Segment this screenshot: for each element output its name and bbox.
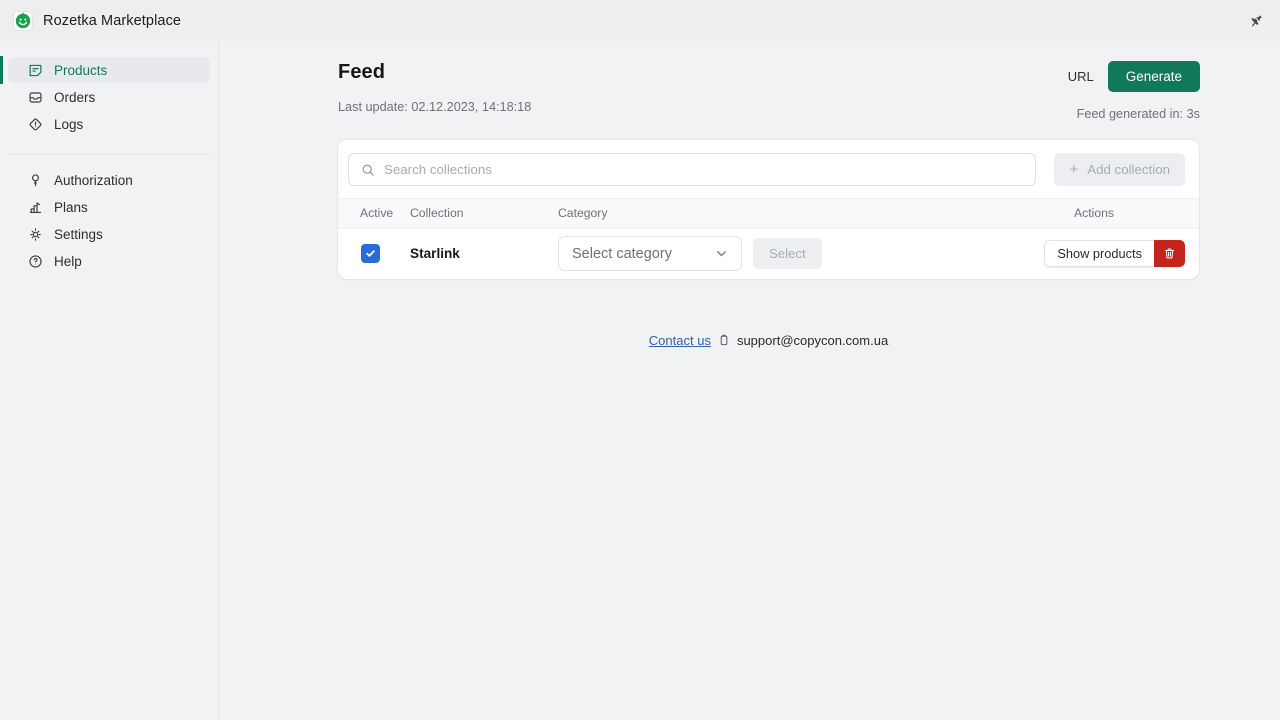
category-select[interactable]: Select category [558, 236, 742, 272]
pushpin-icon [1251, 14, 1262, 27]
column-header-category: Category [558, 198, 962, 229]
cell-active [338, 229, 410, 279]
sidebar-item-orders[interactable]: Orders [8, 84, 210, 110]
sidebar-item-help[interactable]: Help [8, 248, 210, 274]
trash-icon [1164, 248, 1175, 259]
note-icon [27, 62, 43, 78]
feed-generated-note: Feed generated in: 3s [1076, 107, 1200, 121]
category-select-value: Select category [572, 245, 672, 262]
table-body: Starlink Select category Select Show pro… [338, 229, 1199, 279]
column-header-active: Active [338, 198, 410, 229]
table-header-row: Active Collection Category Actions [338, 198, 1199, 229]
search-input[interactable] [384, 162, 1024, 177]
generate-button[interactable]: Generate [1107, 61, 1200, 92]
sidebar-divider [8, 154, 210, 155]
check-icon [366, 250, 375, 258]
table-head: Active Collection Category Actions [338, 198, 1199, 229]
page-header: Feed Last update: 02.12.2023, 14:18:18 U… [220, 41, 1280, 121]
app-titlebar: Rozetka Marketplace [0, 0, 1280, 41]
cell-collection-name: Starlink [410, 246, 460, 262]
row-action-group: Show products [1044, 240, 1185, 268]
sidebar-item-products[interactable]: Products [0, 56, 210, 84]
sidebar-item-label: Help [54, 253, 82, 269]
table-row: Starlink Select category Select Show pro… [338, 229, 1199, 279]
sidebar-item-authorization[interactable]: Authorization [8, 167, 210, 193]
app-title: Rozetka Marketplace [43, 12, 182, 29]
chart-steps-icon [27, 199, 43, 215]
inbox-icon [27, 89, 43, 105]
key-icon [27, 172, 43, 188]
question-circle-icon [27, 253, 43, 269]
cell-actions: Show products [962, 229, 1199, 279]
main-content: Feed Last update: 02.12.2023, 14:18:18 U… [220, 41, 1280, 720]
cell-category: Select category Select [558, 229, 962, 279]
search-field[interactable] [348, 153, 1037, 186]
sidebar-item-label: Settings [54, 226, 103, 242]
show-products-button[interactable]: Show products [1044, 240, 1154, 268]
plus-icon: + [1069, 161, 1079, 178]
sidebar-item-settings[interactable]: Settings [8, 221, 210, 247]
column-header-actions: Actions [962, 198, 1199, 229]
add-collection-button[interactable]: + Add collection [1054, 153, 1185, 186]
sidebar-item-label: Orders [54, 89, 96, 105]
add-collection-label: Add collection [1087, 162, 1170, 177]
collections-card: + Add collection Active Collection Categ… [338, 140, 1199, 279]
sidebar-item-label: Logs [54, 116, 84, 132]
collections-table: Active Collection Category Actions Starl… [338, 198, 1199, 279]
diamond-alert-icon [27, 116, 43, 132]
sidebar-item-label: Products [54, 62, 108, 78]
page-header-actions: URL Generate Feed generated in: 3s [1068, 61, 1200, 121]
delete-collection-button[interactable] [1154, 240, 1185, 268]
sidebar-group-primary: Products Orders Logs [0, 56, 218, 137]
sidebar: Products Orders Logs Authorization Plans… [0, 41, 219, 720]
copy-icon[interactable] [718, 334, 730, 347]
sidebar-item-label: Authorization [54, 172, 133, 188]
active-checkbox[interactable] [361, 244, 380, 264]
sidebar-item-plans[interactable]: Plans [8, 194, 210, 220]
pushpin-button[interactable] [1246, 10, 1268, 32]
brand: Rozetka Marketplace [13, 10, 182, 31]
url-label: URL [1067, 69, 1094, 84]
rozetka-logo-icon [13, 10, 33, 31]
chevron-down-icon [717, 251, 726, 257]
card-toolbar: + Add collection [338, 140, 1199, 198]
sidebar-group-secondary: Authorization Plans Settings Help [0, 154, 218, 274]
footer-contact: Contact us support@copycon.com.ua [338, 333, 1199, 348]
search-icon [361, 163, 375, 177]
sidebar-item-label: Plans [54, 199, 88, 215]
contact-us-link[interactable]: Contact us [649, 333, 711, 348]
support-email: support@copycon.com.ua [736, 333, 889, 348]
sidebar-item-logs[interactable]: Logs [8, 111, 210, 137]
column-header-collection: Collection [410, 198, 558, 229]
select-category-button[interactable]: Select [753, 238, 822, 270]
gear-icon [27, 226, 43, 242]
